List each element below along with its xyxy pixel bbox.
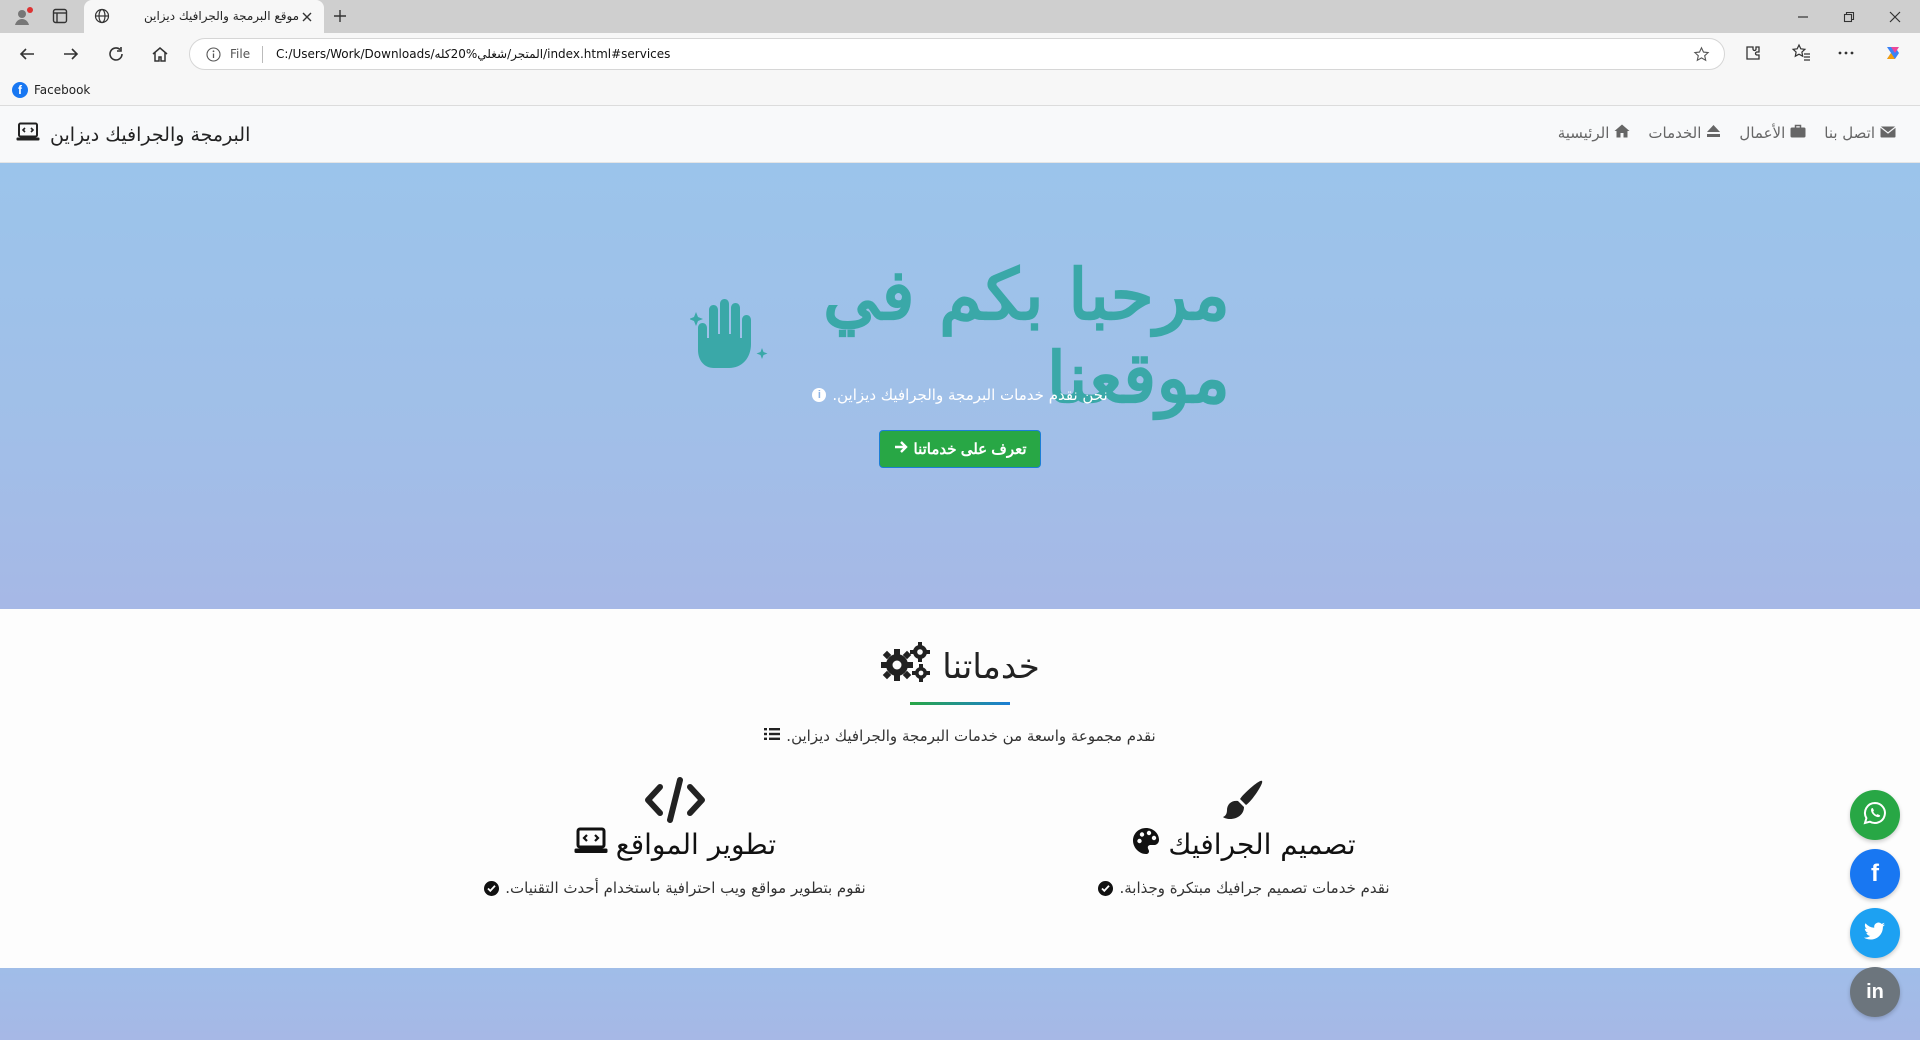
copilot-icon[interactable] bbox=[1883, 43, 1903, 63]
tab-title: موقع البرمجة والجرافيك ديزاين bbox=[144, 9, 300, 23]
web-text: نقوم بتطوير مواقع ويب احترافية باستخدام … bbox=[505, 879, 866, 897]
nav-works[interactable]: الأعمال bbox=[1739, 124, 1806, 142]
reload-icon[interactable] bbox=[104, 42, 128, 66]
favorites-icon[interactable] bbox=[1791, 43, 1811, 63]
whatsapp-button[interactable] bbox=[1850, 790, 1900, 840]
facebook-icon: f bbox=[1871, 860, 1879, 887]
extensions-icon[interactable] bbox=[1743, 43, 1763, 63]
services-title: خدماتنا bbox=[942, 646, 1040, 687]
services-description: نقدم مجموعة واسعة من خدمات البرمجة والجر… bbox=[0, 727, 1920, 745]
laptop-code-icon bbox=[16, 122, 40, 147]
linkedin-button[interactable]: in bbox=[1850, 967, 1900, 1017]
service-card-text: نقوم بتطوير مواقع ويب احترافية باستخدام … bbox=[465, 879, 885, 897]
tab-actions-icon[interactable] bbox=[52, 8, 68, 24]
site-navbar: البرمجة والجرافيك ديزاين الرئيسية الخدما… bbox=[0, 106, 1920, 163]
envelope-icon bbox=[1880, 124, 1896, 142]
nav-home[interactable]: الرئيسية bbox=[1558, 124, 1631, 142]
twitter-button[interactable] bbox=[1850, 908, 1900, 958]
service-card-title: تطوير المواقع bbox=[465, 827, 885, 862]
service-card-graphic: تصميم الجرافيك نقدم خدمات تصميم جرافيك م… bbox=[1034, 777, 1454, 907]
nav-contact[interactable]: اتصل بنا bbox=[1824, 124, 1896, 142]
service-card-web: تطوير المواقع نقوم بتطوير مواقع ويب احتر… bbox=[465, 777, 885, 907]
heading-underline bbox=[910, 702, 1010, 705]
paintbrush-icon bbox=[1034, 777, 1454, 823]
palette-icon bbox=[1132, 827, 1160, 862]
service-card-text: نقدم خدمات تصميم جرافيك مبتكرة وجذابة. bbox=[1034, 879, 1454, 897]
nav-services-label: الخدمات bbox=[1648, 124, 1702, 142]
globe-icon bbox=[94, 8, 110, 24]
code-icon bbox=[465, 777, 885, 823]
close-tab-icon[interactable] bbox=[300, 9, 314, 23]
address-url[interactable]: C:/Users/Work/Downloads/المتجر/شغلي%20كل… bbox=[276, 47, 670, 61]
profile-icon[interactable] bbox=[12, 6, 34, 28]
waving-hand-icon bbox=[689, 298, 772, 374]
brand-text: البرمجة والجرافيك ديزاين bbox=[50, 123, 251, 146]
twitter-icon bbox=[1864, 922, 1886, 945]
close-window-icon[interactable] bbox=[1872, 0, 1918, 33]
favorite-star-icon[interactable] bbox=[1693, 46, 1710, 63]
info-circle-icon: i bbox=[812, 388, 827, 402]
address-divider bbox=[262, 46, 263, 63]
nav-works-label: الأعمال bbox=[1739, 124, 1786, 142]
forward-icon[interactable] bbox=[59, 42, 83, 66]
hero-subtitle: نحن نقدم خدمات البرمجة والجرافيك ديزاين.… bbox=[0, 386, 1920, 404]
hero-heading: مرحبا بكم في موقعنا bbox=[689, 253, 1230, 419]
site-brand[interactable]: البرمجة والجرافيك ديزاين bbox=[16, 122, 250, 147]
services-section: خدماتنا نقدم مجموعة واسعة من خدمات البرم… bbox=[0, 609, 1920, 968]
address-bar[interactable]: File C:/Users/Work/Downloads/المتجر/شغلي… bbox=[189, 38, 1725, 70]
check-circle-icon bbox=[1098, 880, 1114, 896]
bookmark-facebook[interactable]: f Facebook bbox=[12, 82, 90, 98]
services-description-text: نقدم مجموعة واسعة من خدمات البرمجة والجر… bbox=[786, 727, 1156, 745]
browser-tab-active[interactable]: موقع البرمجة والجرافيك ديزاين bbox=[84, 0, 324, 33]
page-viewport: البرمجة والجرافيك ديزاين الرئيسية الخدما… bbox=[0, 106, 1920, 1040]
briefcase-icon bbox=[1790, 124, 1806, 142]
whatsapp-icon bbox=[1863, 801, 1887, 830]
restore-icon[interactable] bbox=[1826, 0, 1872, 33]
site-info-icon[interactable] bbox=[206, 47, 221, 62]
bookmark-label: Facebook bbox=[34, 83, 91, 97]
check-circle-icon bbox=[484, 880, 500, 896]
site-menu: الرئيسية الخدمات الأعمال اتصل بنا bbox=[1558, 124, 1896, 142]
back-icon[interactable] bbox=[15, 42, 39, 66]
browser-tabstrip: موقع البرمجة والجرافيك ديزاين bbox=[0, 0, 1920, 33]
home-button-icon[interactable] bbox=[148, 42, 172, 66]
gears-icon bbox=[880, 641, 932, 692]
next-section-band bbox=[0, 968, 1920, 1040]
facebook-button[interactable]: f bbox=[1850, 849, 1900, 899]
service-card-title: تصميم الجرافيك bbox=[1034, 827, 1454, 862]
nav-contact-label: اتصل بنا bbox=[1824, 124, 1875, 142]
graphic-text: نقدم خدمات تصميم جرافيك مبتكرة وجذابة. bbox=[1119, 879, 1390, 897]
nav-home-label: الرئيسية bbox=[1557, 124, 1610, 142]
eject-icon bbox=[1706, 124, 1721, 142]
minimize-icon[interactable] bbox=[1780, 0, 1826, 33]
web-title-text: تطوير المواقع bbox=[615, 828, 777, 861]
graphic-title-text: تصميم الجرافيك bbox=[1168, 828, 1356, 861]
bookmarks-bar: f Facebook bbox=[0, 75, 1920, 106]
arrow-right-icon bbox=[894, 440, 908, 458]
home-icon bbox=[1614, 124, 1630, 142]
hero-subtitle-text: نحن نقدم خدمات البرمجة والجرافيك ديزاين. bbox=[832, 386, 1108, 404]
linkedin-icon: in bbox=[1866, 980, 1884, 1003]
more-options-icon[interactable] bbox=[1836, 43, 1856, 63]
browser-toolbar: File C:/Users/Work/Downloads/المتجر/شغلي… bbox=[0, 33, 1920, 75]
laptop-code-icon bbox=[574, 827, 608, 862]
hero-section: مرحبا بكم في موقعنا نحن نقدم خدمات البرم… bbox=[0, 163, 1920, 609]
new-tab-icon[interactable] bbox=[332, 8, 348, 24]
address-scheme: File bbox=[230, 47, 251, 61]
services-heading: خدماتنا bbox=[0, 641, 1920, 692]
facebook-icon: f bbox=[12, 82, 28, 98]
nav-services[interactable]: الخدمات bbox=[1648, 124, 1721, 142]
learn-services-label: تعرف على خدماتنا bbox=[913, 441, 1027, 458]
list-icon bbox=[764, 727, 781, 745]
learn-services-button[interactable]: تعرف على خدماتنا bbox=[879, 430, 1041, 468]
